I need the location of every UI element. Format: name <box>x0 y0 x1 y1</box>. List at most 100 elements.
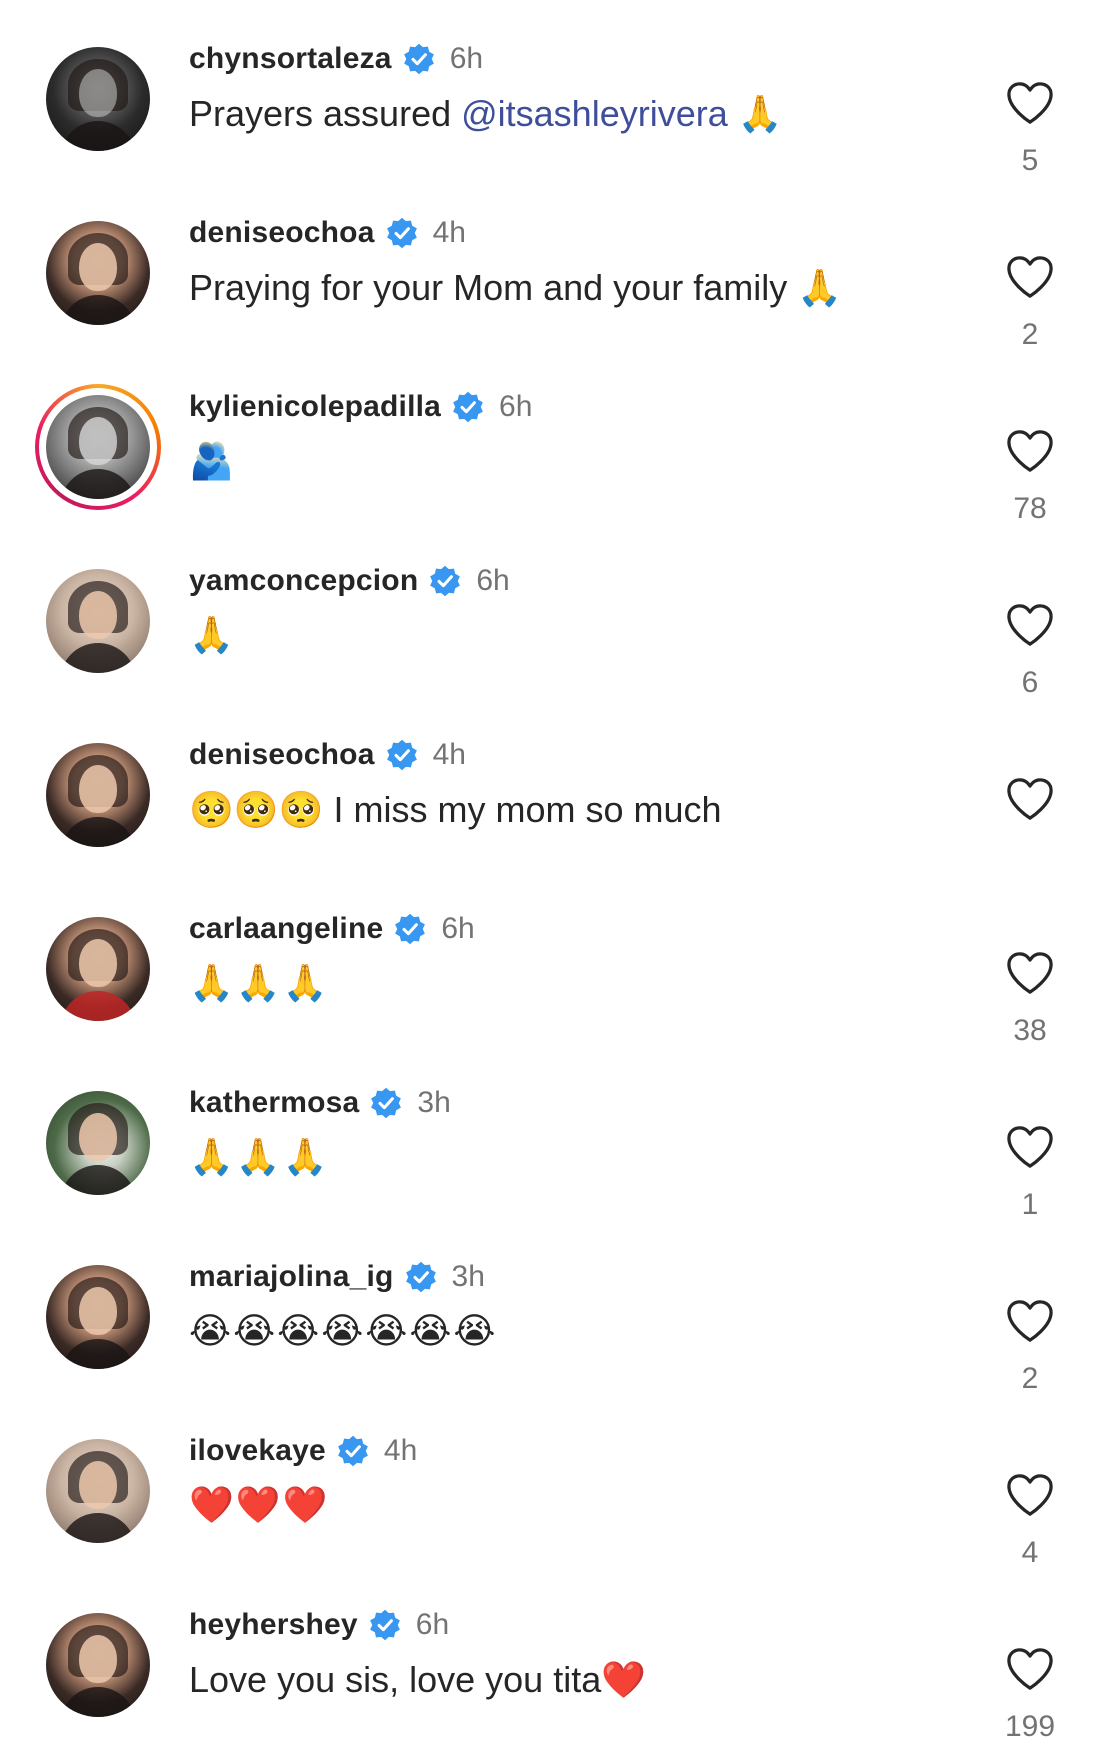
mention-link[interactable]: @itsashleyrivera <box>461 93 728 134</box>
avatar[interactable] <box>46 395 150 499</box>
comment-item: kathermosa 3h 🙏🙏🙏 1 <box>0 1044 1120 1221</box>
comment-header: carlaangeline 6h <box>189 910 475 948</box>
avatar-body <box>60 817 136 847</box>
comment-header: mariajolina_ig 3h <box>189 1258 485 1296</box>
like-count: 2 <box>1021 318 1039 351</box>
comment-item: kylienicolepadilla 6h 🫂 78 <box>0 348 1120 525</box>
comment-text: 😭😭😭😭😭😭😭 <box>189 1308 497 1356</box>
like-area: 78 <box>990 428 1070 526</box>
avatar[interactable] <box>46 47 150 151</box>
comment-timestamp: 6h <box>441 912 475 945</box>
username[interactable]: yamconcepcion <box>189 564 418 598</box>
username[interactable]: carlaangeline <box>189 912 383 946</box>
comment-text: 🙏🙏🙏 <box>189 960 329 1008</box>
heart-icon[interactable] <box>1005 80 1055 126</box>
comment-item: heyhershey 6h Love you sis, love you tit… <box>0 1566 1120 1743</box>
username[interactable]: kylienicolepadilla <box>189 390 441 424</box>
verified-badge-icon <box>338 1435 368 1467</box>
comment-text-part: ❤️❤️❤️ <box>189 1485 330 1526</box>
avatar-face <box>79 591 117 639</box>
heart-icon[interactable] <box>1005 428 1055 474</box>
verified-badge-icon <box>386 217 417 249</box>
avatar-body <box>60 1165 136 1195</box>
avatar[interactable] <box>46 1265 150 1369</box>
like-count: 199 <box>1004 1710 1056 1743</box>
comment-text: ❤️❤️❤️ <box>189 1482 329 1530</box>
avatar[interactable] <box>46 917 150 1021</box>
avatar[interactable] <box>46 1439 150 1543</box>
username[interactable]: mariajolina_ig <box>189 1260 394 1294</box>
avatar-body <box>60 121 136 151</box>
comment-timestamp: 6h <box>415 1608 450 1641</box>
comment-text: 🙏 <box>189 612 236 660</box>
avatar-face <box>79 243 117 291</box>
comment-item: ilovekaye 4h ❤️❤️❤️ 4 <box>0 1392 1120 1569</box>
verified-badge-icon <box>369 1609 400 1641</box>
heart-icon[interactable] <box>1005 1124 1055 1170</box>
verified-badge-icon <box>453 391 483 423</box>
avatar-face <box>79 765 117 813</box>
comment-timestamp: 4h <box>383 1434 418 1467</box>
avatar-face <box>79 939 117 987</box>
avatar-face <box>79 417 117 465</box>
username[interactable]: deniseochoa <box>189 738 375 772</box>
avatar-face <box>79 1461 117 1509</box>
avatar-face <box>79 1287 117 1335</box>
comment-text: 🙏🙏🙏 <box>189 1134 329 1182</box>
verified-badge-icon <box>395 913 426 945</box>
avatar-body <box>60 991 136 1021</box>
heart-icon[interactable] <box>1005 950 1055 996</box>
comment-text-part: Love you sis, love you tita❤️ <box>189 1659 647 1700</box>
username[interactable]: deniseochoa <box>189 216 375 250</box>
username[interactable]: heyhershey <box>189 1608 358 1642</box>
comment-timestamp: 6h <box>476 564 510 597</box>
comment-text: 🫂 <box>189 438 236 486</box>
comment-item: carlaangeline 6h 🙏🙏🙏 38 <box>0 870 1120 1047</box>
comment-text-part: 🙏🙏🙏 <box>189 1137 330 1178</box>
comment-header: chynsortaleza 6h <box>189 40 483 78</box>
like-area: 6 <box>990 602 1070 700</box>
comment-text-part: 🙏 <box>727 93 783 134</box>
heart-icon[interactable] <box>1005 602 1055 648</box>
avatar[interactable] <box>46 743 150 847</box>
heart-icon[interactable] <box>1005 1298 1055 1344</box>
heart-icon[interactable] <box>1005 254 1055 300</box>
heart-icon[interactable] <box>1005 776 1055 822</box>
avatar-body <box>60 469 136 499</box>
username[interactable]: chynsortaleza <box>189 42 392 76</box>
avatar[interactable] <box>46 1613 150 1717</box>
like-count: 38 <box>1013 1014 1047 1047</box>
comment-text: Love you sis, love you tita❤️ <box>189 1656 646 1704</box>
comment-item: chynsortaleza 6h Prayers assured @itsash… <box>0 0 1120 177</box>
avatar[interactable] <box>46 1091 150 1195</box>
comment-timestamp: 6h <box>499 390 533 423</box>
avatar-face <box>79 69 117 117</box>
verified-badge-icon <box>430 565 461 597</box>
avatar[interactable] <box>46 569 150 673</box>
comment-header: heyhershey 6h <box>189 1606 449 1644</box>
comment-item: deniseochoa 4h Praying for your Mom and … <box>0 174 1120 351</box>
like-area: 4 <box>990 1472 1070 1570</box>
heart-icon[interactable] <box>1005 1472 1055 1518</box>
like-count: 4 <box>1021 1536 1039 1569</box>
comment-text-part: Praying for your Mom and your family 🙏 <box>189 267 843 308</box>
like-area: 2 <box>990 1298 1070 1396</box>
comment-timestamp: 4h <box>432 216 466 249</box>
like-area: 38 <box>990 950 1070 1048</box>
like-area: 199 <box>990 1646 1070 1744</box>
comment-text-part: Prayers assured <box>189 93 462 134</box>
avatar-body <box>60 295 136 325</box>
verified-badge-icon <box>371 1087 402 1119</box>
comment-text: Prayers assured @itsashleyrivera 🙏 <box>189 90 783 138</box>
like-area: 5 <box>990 80 1070 178</box>
avatar[interactable] <box>46 221 150 325</box>
comment-item: mariajolina_ig 3h 😭😭😭😭😭😭😭 2 <box>0 1218 1120 1395</box>
comment-header: kathermosa 3h <box>189 1084 451 1122</box>
heart-icon[interactable] <box>1005 1646 1055 1692</box>
avatar-body <box>60 643 136 673</box>
username[interactable]: ilovekaye <box>189 1434 326 1468</box>
comment-header: deniseochoa 4h <box>189 736 466 774</box>
comment-timestamp: 4h <box>432 738 466 771</box>
username[interactable]: kathermosa <box>189 1086 359 1120</box>
like-area: 1 <box>990 1124 1070 1222</box>
